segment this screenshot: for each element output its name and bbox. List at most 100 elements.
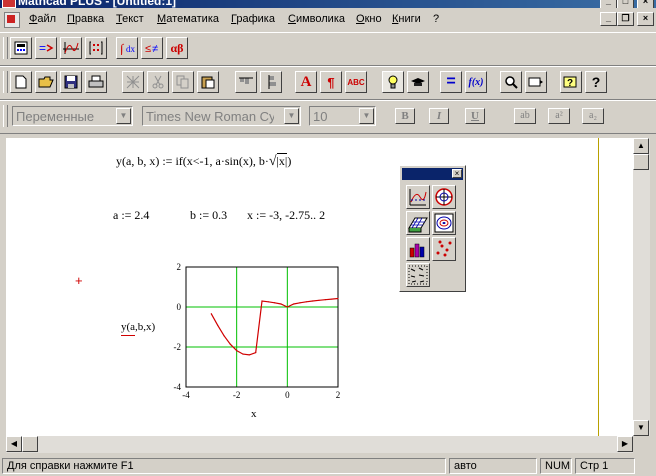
close-icon[interactable]: × (452, 169, 462, 178)
calculate-lightbulb-icon[interactable] (382, 71, 404, 93)
open-folder-icon[interactable] (35, 71, 57, 93)
lower-index-button[interactable]: a₂ (582, 108, 604, 124)
italic-button[interactable]: I (429, 108, 449, 124)
vector-field-plot-icon[interactable] (406, 263, 430, 287)
copy-region-icon[interactable] (525, 71, 547, 93)
menu-text[interactable]: Текст (116, 13, 144, 25)
help-context-icon[interactable]: ? (560, 71, 582, 93)
subscript-button[interactable]: ab (514, 108, 536, 124)
function-definition[interactable]: y(a, b, x) := if(x<-1, a·sin(x), b·√|x|) (116, 153, 291, 170)
plot-grid (186, 267, 338, 387)
cut-scissors-icon[interactable] (147, 71, 169, 93)
evaluation-palette-icon[interactable]: = (35, 37, 57, 59)
copy-icon[interactable] (172, 71, 194, 93)
spell-check-icon[interactable]: ABC (345, 71, 367, 93)
b-definition[interactable]: b := 0.3 (190, 208, 227, 223)
3d-scatter-plot-icon[interactable] (432, 237, 456, 261)
print-icon[interactable] (85, 71, 107, 93)
maximize-button[interactable]: □ (617, 0, 634, 8)
menu-help[interactable]: ? (433, 13, 439, 25)
graph-palette-icon[interactable] (60, 37, 82, 59)
menu-symbolics[interactable]: Символика (288, 13, 345, 25)
resource-center-cap-icon[interactable] (407, 71, 429, 93)
size-select[interactable]: 10 ▼ (309, 106, 376, 126)
size-value: 10 (313, 109, 328, 124)
help-question-icon[interactable]: ? (585, 71, 607, 93)
align-down-icon[interactable] (260, 71, 282, 93)
menu-books[interactable]: Книги (392, 13, 421, 25)
minimize-button[interactable]: _ (600, 0, 617, 8)
save-disk-icon[interactable] (60, 71, 82, 93)
underline-button[interactable]: U (465, 108, 485, 124)
toolbar-grip[interactable] (3, 37, 8, 59)
new-document-icon[interactable] (10, 71, 32, 93)
doc-close-button[interactable]: × (637, 12, 654, 26)
document-icon[interactable] (4, 12, 20, 28)
data-point (324, 299, 326, 301)
status-hint: Для справки нажмите F1 (2, 458, 446, 474)
graph-palette-window[interactable]: × (399, 165, 466, 292)
align-across-icon[interactable] (235, 71, 257, 93)
worksheet[interactable]: y(a, b, x) := if(x<-1, a·sin(x), b·√|x|)… (6, 138, 633, 436)
close-button[interactable]: × (637, 0, 654, 8)
toolbar-grip[interactable] (3, 105, 8, 127)
data-point (236, 350, 238, 352)
superscript-button[interactable]: a² (548, 108, 570, 124)
menu-math[interactable]: Математика (157, 13, 219, 25)
check-disabled-icon[interactable] (122, 71, 144, 93)
bold-button[interactable]: B (395, 108, 415, 124)
x-range-definition[interactable]: x := -3, -2.75.. 2 (247, 208, 325, 223)
title-bar[interactable]: Mathcad PLUS - [Untitled:1] _ □ × (0, 0, 656, 8)
calculus-palette-icon[interactable]: ∫ dx (116, 37, 138, 59)
doc-restore-button[interactable]: ❐ (617, 12, 634, 26)
data-point (267, 301, 269, 303)
horizontal-scroll-thumb[interactable] (22, 436, 38, 452)
plot-frame (185, 266, 339, 388)
menu-graphics[interactable]: Графика (231, 13, 275, 25)
xy-plot[interactable]: -4 -2 0 2 2 0 -2 -4 (156, 261, 356, 411)
mathcad-app-icon[interactable] (2, 0, 16, 8)
data-point (274, 302, 276, 304)
horizontal-scrollbar[interactable]: ◀ ▶ (6, 436, 633, 453)
xy-plot-icon[interactable] (406, 185, 430, 209)
surface-plot-icon[interactable] (406, 211, 430, 235)
vertical-scrollbar[interactable]: ▲ ▼ (633, 138, 650, 436)
text-region-icon[interactable]: A (295, 71, 317, 93)
polar-plot-icon[interactable] (432, 185, 456, 209)
paste-clipboard-icon[interactable] (197, 71, 219, 93)
font-select[interactable]: Times New Roman Cyr ▼ (142, 106, 301, 126)
standard-toolbar: A ¶ ABC = f(x) ? ? (0, 66, 656, 100)
contour-plot-icon[interactable] (432, 211, 456, 235)
doc-minimize-button[interactable]: _ (600, 12, 617, 26)
toolbar-grip[interactable] (3, 71, 8, 93)
style-select[interactable]: Переменные ▼ (12, 106, 133, 126)
insert-function-icon[interactable]: f(x) (465, 71, 487, 93)
greek-palette-icon[interactable]: αβ (166, 37, 188, 59)
menu-window[interactable]: Окно (356, 13, 382, 25)
graph-y-axis-label[interactable]: y(a,b,x) (121, 321, 155, 333)
scroll-down-arrow-icon[interactable]: ▼ (633, 420, 649, 436)
vertical-scroll-thumb[interactable] (633, 154, 649, 170)
paragraph-icon[interactable]: ¶ (320, 71, 342, 93)
scroll-right-arrow-icon[interactable]: ▶ (617, 436, 633, 452)
boolean-palette-icon[interactable]: ≤ ≠ (141, 37, 163, 59)
a-definition[interactable]: a := 2.4 (113, 208, 149, 223)
status-page: Стр 1 (575, 458, 635, 474)
equals-icon[interactable]: = (440, 71, 462, 93)
3d-bar-plot-icon[interactable] (406, 237, 430, 261)
status-mode: авто (449, 458, 537, 474)
menu-file[interactable]: Файл (29, 13, 56, 25)
y-tick-label: 2 (177, 262, 182, 272)
chevron-down-icon[interactable]: ▼ (116, 108, 131, 124)
chevron-down-icon[interactable]: ▼ (284, 108, 299, 124)
scroll-up-arrow-icon[interactable]: ▲ (633, 138, 649, 154)
def-operator: := (162, 154, 173, 168)
palette-title-bar[interactable]: × (402, 168, 463, 180)
zoom-magnifier-icon[interactable] (500, 71, 522, 93)
matrix-palette-icon[interactable] (85, 37, 107, 59)
calculator-palette-icon[interactable] (10, 37, 32, 59)
chevron-down-icon[interactable]: ▼ (359, 108, 374, 124)
x-tick-label: 0 (285, 390, 290, 400)
scroll-left-arrow-icon[interactable]: ◀ (6, 436, 22, 452)
menu-edit[interactable]: Правка (67, 13, 104, 25)
